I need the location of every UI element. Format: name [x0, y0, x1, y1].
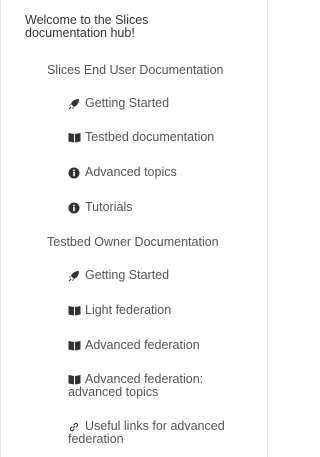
nav-item-label: Getting Started: [85, 96, 170, 110]
nav-item-label: Getting Started: [85, 268, 170, 282]
book-icon: [68, 339, 82, 351]
docs-sidebar: Welcome to the Slices documentation hub!…: [0, 0, 268, 457]
nav-item-advanced-federation-topics[interactable]: Advanced federation: advanced topics: [68, 373, 258, 399]
rocket-icon: [68, 269, 82, 282]
book-icon: [68, 131, 82, 143]
info-icon: [68, 166, 82, 179]
section-testbed-owner-docs[interactable]: Testbed Owner Documentation: [47, 235, 219, 249]
nav-item-label: Advanced topics: [85, 165, 177, 179]
nav-item-label: Advanced federation: [85, 338, 200, 352]
section-end-user-docs[interactable]: Slices End User Documentation: [47, 63, 223, 77]
nav-item-useful-links[interactable]: Useful links for advanced federation: [68, 420, 258, 446]
nav-item-light-federation[interactable]: Light federation: [68, 304, 258, 317]
hub-title: Welcome to the Slices documentation hub!: [25, 13, 149, 40]
nav-item-advanced-federation[interactable]: Advanced federation: [68, 339, 258, 352]
nav-item-tutorials[interactable]: Tutorials: [68, 201, 258, 214]
nav-item-owner-getting-started[interactable]: Getting Started: [68, 269, 258, 282]
nav-item-advanced-topics[interactable]: Advanced topics: [68, 166, 258, 179]
nav-item-label: Testbed documentation: [85, 130, 215, 144]
book-icon: [68, 304, 82, 316]
book-icon: [68, 373, 82, 385]
nav-item-label: Advanced federation: advanced topics: [68, 372, 204, 399]
rocket-icon: [68, 97, 82, 110]
nav-item-label: Tutorials: [85, 200, 133, 214]
nav-item-label: Useful links for advanced federation: [68, 419, 225, 446]
info-icon: [68, 201, 82, 214]
nav-item-getting-started[interactable]: Getting Started: [68, 97, 258, 110]
nav-item-label: Light federation: [85, 303, 172, 317]
nav-item-testbed-documentation[interactable]: Testbed documentation: [68, 131, 258, 144]
